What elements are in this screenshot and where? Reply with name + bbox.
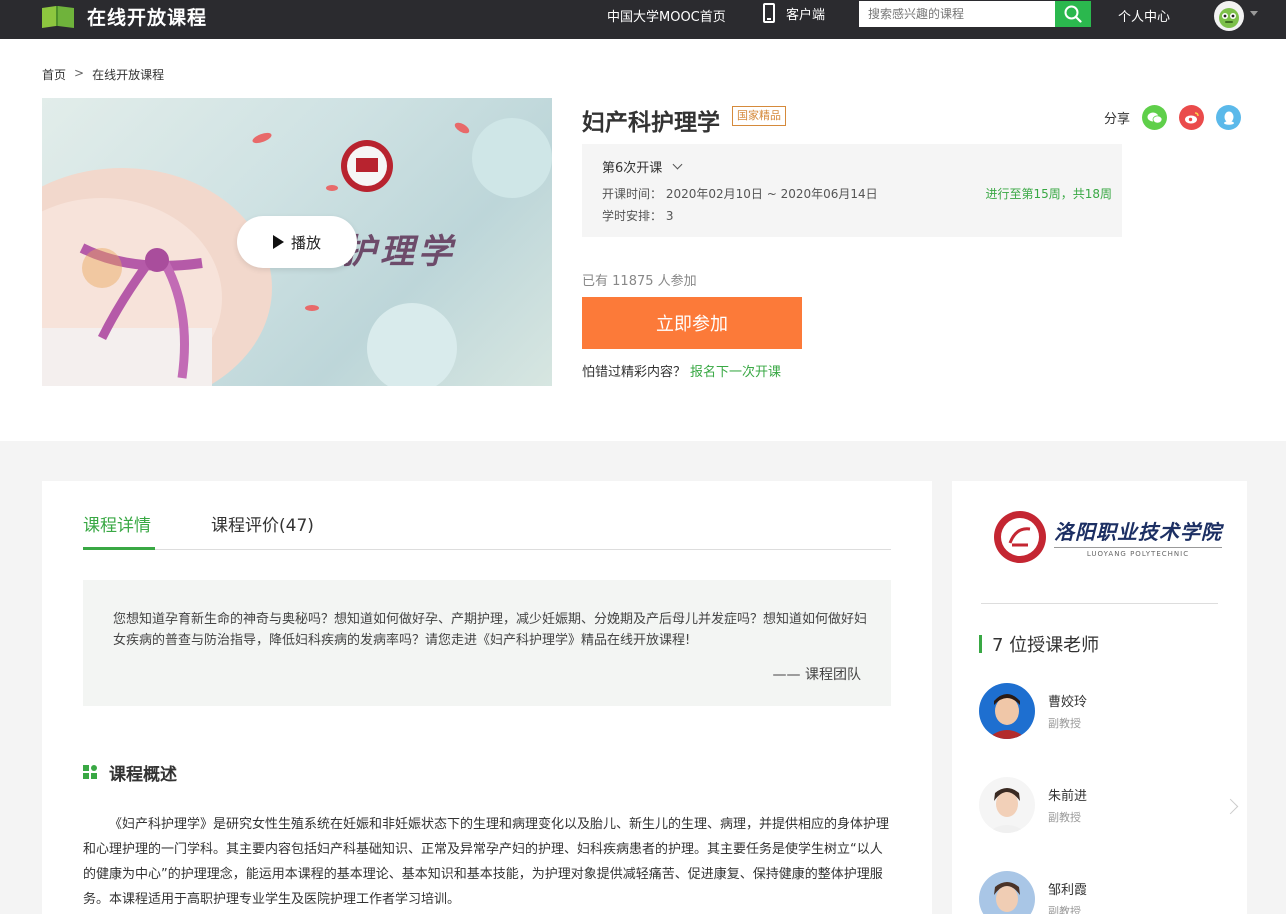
teacher-item[interactable]: 曹姣玲 副教授 bbox=[979, 683, 1087, 739]
divider bbox=[981, 603, 1218, 604]
teacher-info: 曹姣玲 副教授 bbox=[1048, 691, 1087, 731]
teacher-info: 邹利霞 副教授 bbox=[1048, 879, 1087, 914]
teacher-name: 朱前进 bbox=[1048, 789, 1088, 804]
session-hours: 学时安排： 3 bbox=[602, 207, 673, 224]
teacher-avatar bbox=[979, 683, 1035, 739]
school-emblem-icon bbox=[994, 511, 1046, 563]
teacher-name: 邹利霞 bbox=[1048, 883, 1088, 898]
session-time: 开课时间： 2020年02月10日 ~ 2020年06月14日 bbox=[602, 185, 878, 202]
course-detail-card: 课程详情 课程评价(47) 您想知道孕育新生命的神奇与奥秘吗？想知道如何做好孕、… bbox=[42, 481, 932, 914]
teacher-avatar bbox=[979, 777, 1035, 833]
weibo-icon[interactable] bbox=[1179, 105, 1205, 130]
tab-course-reviews[interactable]: 课程评价(47) bbox=[211, 511, 314, 550]
session-time-value: 2020年02月10日 ~ 2020年06月14日 bbox=[665, 187, 878, 201]
tab-course-details[interactable]: 课程详情 bbox=[83, 511, 155, 550]
next-session-prompt: 怕错过精彩内容？ 报名下一次开课 bbox=[582, 361, 781, 380]
teacher-title: 副教授 bbox=[1048, 811, 1081, 824]
detail-tabs: 课程详情 课程评价(47) bbox=[83, 511, 891, 550]
play-icon bbox=[272, 235, 284, 249]
breadcrumb-separator: > bbox=[74, 66, 85, 80]
course-header: 首页 > 在线开放课程 护理学 播放 妇产科护理学 国家精品 分享 第6次开课 … bbox=[0, 39, 1286, 441]
qq-icon[interactable] bbox=[1216, 105, 1242, 130]
teachers-heading: 7 位授课老师 bbox=[979, 631, 1099, 657]
nav-client-label: 客户端 bbox=[786, 7, 826, 23]
school-teachers-card: 洛阳职业技术学院 LUOYANG POLYTECHNIC 7 位授课老师 曹姣玲… bbox=[952, 481, 1247, 914]
book-logo-icon bbox=[40, 4, 76, 28]
teacher-avatar bbox=[979, 871, 1035, 914]
nav-mooc-home-link[interactable]: 中国大学MOOC首页 bbox=[607, 6, 726, 25]
logo-text: 在线开放课程 bbox=[87, 6, 208, 29]
session-info-box: 第6次开课 开课时间： 2020年02月10日 ~ 2020年06月14日 学时… bbox=[582, 144, 1122, 237]
search-button[interactable] bbox=[1055, 1, 1091, 27]
play-button[interactable]: 播放 bbox=[237, 216, 357, 268]
overview-heading: 课程概述 bbox=[83, 760, 177, 785]
share-label: 分享 bbox=[1104, 112, 1131, 127]
search-icon bbox=[1064, 5, 1082, 23]
search-bar bbox=[859, 1, 1091, 27]
teacher-info: 朱前进 副教授 bbox=[1048, 785, 1087, 825]
school-text: 洛阳职业技术学院 LUOYANG POLYTECHNIC bbox=[1054, 516, 1222, 558]
course-title: 妇产科护理学 bbox=[582, 110, 720, 136]
teacher-name: 曹姣玲 bbox=[1048, 695, 1088, 710]
share-bar: 分享 bbox=[1104, 105, 1242, 130]
heading-accent-bar bbox=[979, 635, 982, 653]
wechat-icon[interactable] bbox=[1142, 105, 1168, 130]
breadcrumb-current[interactable]: 在线开放课程 bbox=[92, 66, 164, 83]
cover-title-text: 护理学 bbox=[342, 232, 456, 272]
grid-icon bbox=[83, 765, 98, 780]
session-hours-value: 3 bbox=[665, 209, 674, 223]
nav-client-link[interactable]: 客户端 bbox=[763, 3, 825, 23]
school-name-en: LUOYANG POLYTECHNIC bbox=[1054, 547, 1222, 558]
teachers-count-label: 7 位授课老师 bbox=[992, 635, 1100, 656]
teacher-item[interactable]: 邹利霞 副教授 bbox=[979, 871, 1087, 914]
overview-text: 《妇产科护理学》是研究女性生殖系统在妊娠和非妊娠状态下的生理和病理变化以及胎儿、… bbox=[83, 817, 890, 907]
join-course-button[interactable]: 立即参加 bbox=[582, 297, 802, 349]
breadcrumb: 首页 > 在线开放课程 bbox=[42, 66, 164, 83]
overview-heading-text: 课程概述 bbox=[109, 765, 177, 785]
session-select-label: 第6次开课 bbox=[602, 161, 663, 176]
intro-quote-text: 您想知道孕育新生命的神奇与奥秘吗？想知道如何做好孕、产期护理，减少妊娠期、分娩期… bbox=[113, 612, 868, 648]
teacher-title: 副教授 bbox=[1048, 905, 1081, 914]
caret-down-icon[interactable] bbox=[1250, 11, 1258, 16]
enroll-count: 已有 11875 人参加 bbox=[582, 270, 697, 289]
play-label: 播放 bbox=[290, 233, 321, 252]
enroll-suffix: 人参加 bbox=[657, 274, 697, 289]
enroll-prefix: 已有 bbox=[582, 274, 609, 289]
mobile-phone-icon bbox=[763, 3, 775, 23]
session-time-label: 开课时间： bbox=[602, 187, 663, 201]
site-logo[interactable]: 在线开放课程 bbox=[40, 2, 207, 30]
personal-center-link[interactable]: 个人中心 bbox=[1118, 6, 1170, 25]
session-hours-label: 学时安排： bbox=[602, 209, 663, 223]
school-name: 洛阳职业技术学院 bbox=[1054, 520, 1222, 544]
breadcrumb-home[interactable]: 首页 bbox=[42, 66, 66, 83]
course-intro-quote: 您想知道孕育新生命的神奇与奥秘吗？想知道如何做好孕、产期护理，减少妊娠期、分娩期… bbox=[83, 580, 891, 706]
school-logo[interactable]: 洛阳职业技术学院 LUOYANG POLYTECHNIC bbox=[992, 509, 1222, 565]
miss-text: 怕错过精彩内容？ bbox=[582, 365, 687, 380]
chevron-down-icon bbox=[672, 159, 683, 170]
enroll-next-session-link[interactable]: 报名下一次开课 bbox=[690, 365, 781, 380]
user-avatar[interactable] bbox=[1214, 1, 1244, 31]
course-cover-video[interactable]: 护理学 播放 bbox=[42, 98, 552, 386]
teacher-title: 副教授 bbox=[1048, 717, 1081, 730]
enroll-number: 11875 bbox=[612, 274, 654, 289]
session-progress: 进行至第15周，共18周 bbox=[985, 187, 1112, 201]
teacher-item[interactable]: 朱前进 副教授 bbox=[979, 777, 1087, 833]
session-select[interactable]: 第6次开课 bbox=[602, 157, 683, 176]
chevron-right-icon[interactable] bbox=[1222, 798, 1239, 815]
intro-signature: —— 课程团队 bbox=[772, 667, 861, 683]
top-nav: 在线开放课程 中国大学MOOC首页 客户端 个人中心 bbox=[0, 0, 1286, 39]
search-input[interactable] bbox=[859, 1, 1055, 27]
national-quality-badge: 国家精品 bbox=[732, 106, 786, 126]
